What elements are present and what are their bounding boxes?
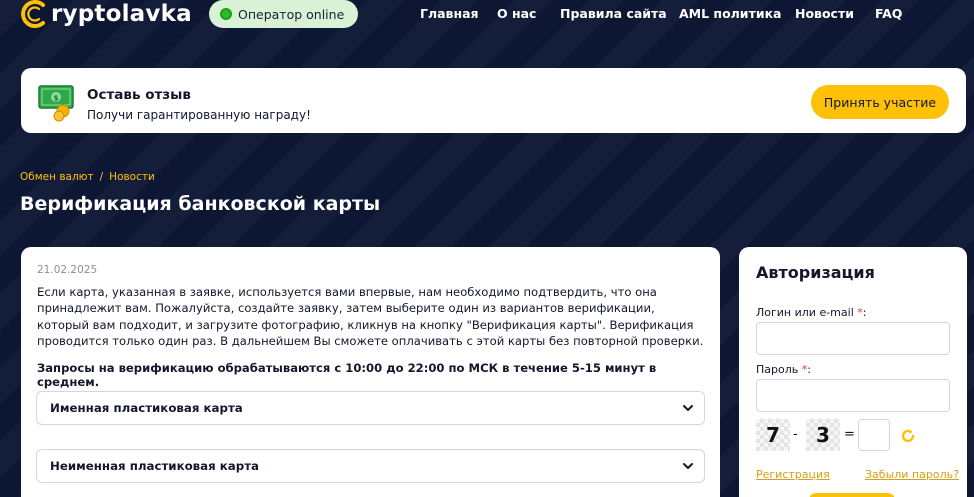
accordion-label: Именная пластиковая карта — [50, 401, 243, 415]
review-banner: $ Оставь отзыв Получи гарантированную на… — [21, 68, 966, 133]
accordion-unnamed-card[interactable]: Неименная пластиковая карта — [36, 449, 705, 483]
breadcrumb: Обмен валют / Новости — [20, 171, 155, 183]
operator-status-text: Оператор online — [238, 6, 345, 22]
online-dot-icon — [220, 8, 232, 20]
login-button[interactable] — [809, 493, 895, 497]
nav-home[interactable]: Главная — [420, 6, 479, 21]
nav-about[interactable]: О нас — [497, 6, 536, 21]
auth-card: Авторизация Логин или e-mail *: Пароль *… — [739, 247, 967, 497]
password-label: Пароль *: — [756, 363, 811, 376]
register-link[interactable]: Регистрация — [756, 468, 830, 481]
captcha-digit-b: 3 — [806, 419, 840, 451]
cryptolavka-logo-icon — [21, 0, 45, 28]
article-date: 21.02.2025 — [37, 264, 98, 276]
accordion-named-card[interactable]: Именная пластиковая карта — [36, 391, 705, 425]
chevron-down-icon — [682, 460, 694, 475]
captcha-equals: = — [844, 427, 855, 442]
login-label: Логин или e-mail *: — [756, 306, 867, 319]
password-input[interactable] — [756, 379, 950, 412]
page-title: Верификация банковской карты — [20, 193, 381, 215]
svg-text:$: $ — [53, 94, 59, 103]
breadcrumb-exchange[interactable]: Обмен валют — [20, 171, 94, 183]
participate-button[interactable]: Принять участие — [811, 85, 949, 119]
forgot-password-link[interactable]: Забыли пароль? — [865, 468, 959, 481]
captcha-operator: - — [793, 427, 798, 442]
nav-aml[interactable]: AML политика — [679, 6, 782, 21]
article-note: Запросы на верификацию обрабатываются с … — [37, 361, 657, 389]
auth-title: Авторизация — [756, 263, 875, 282]
nav-faq[interactable]: FAQ — [875, 6, 902, 21]
review-title: Оставь отзыв — [87, 87, 191, 103]
refresh-icon[interactable] — [899, 427, 917, 449]
logo-text: ryptolavka — [51, 1, 192, 27]
site-logo[interactable]: ryptolavka — [20, 0, 192, 34]
captcha-digit-a: 7 — [756, 419, 790, 451]
article-paragraph: Если карта, указанная в заявке, использу… — [37, 285, 704, 348]
captcha-answer-input[interactable] — [858, 419, 890, 451]
review-subtitle: Получи гарантированную награду! — [87, 108, 311, 122]
chevron-down-icon — [682, 402, 694, 417]
breadcrumb-separator: / — [99, 171, 104, 183]
money-banknote-icon: $ — [37, 84, 77, 126]
operator-status-badge[interactable]: Оператор online — [209, 0, 358, 28]
nav-rules[interactable]: Правила сайта — [560, 6, 667, 21]
nav-news[interactable]: Новости — [795, 6, 854, 21]
article-card: 21.02.2025 Если карта, указанная в заявк… — [21, 247, 720, 497]
accordion-label: Неименная пластиковая карта — [50, 459, 260, 473]
login-input[interactable] — [756, 322, 950, 355]
breadcrumb-news[interactable]: Новости — [109, 171, 155, 183]
